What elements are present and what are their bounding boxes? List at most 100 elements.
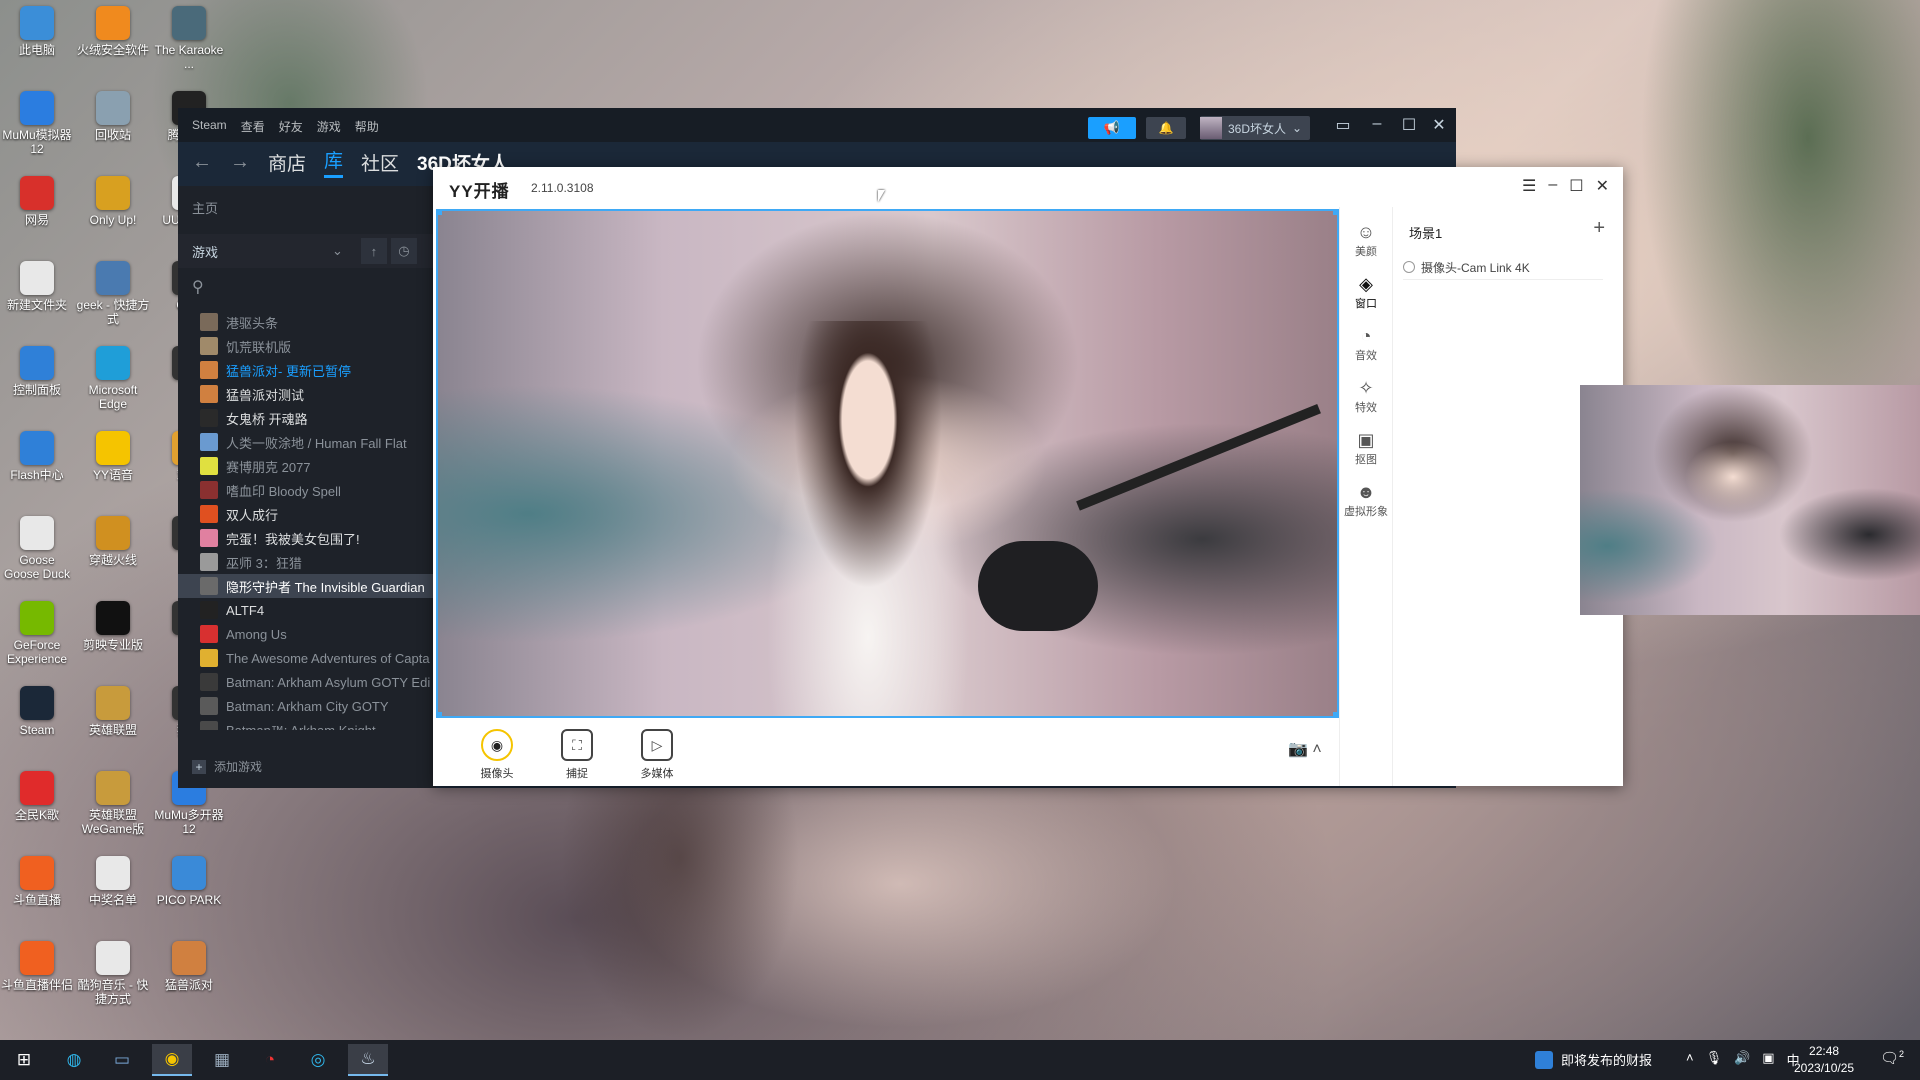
clock[interactable]: 22:48 2023/10/25 [1794, 1043, 1854, 1077]
desktop-icon[interactable]: 斗鱼直播伴侣 [0, 941, 74, 992]
microphone-icon[interactable]: 🎙 [1706, 1050, 1723, 1069]
add-scene-icon[interactable]: + [1593, 217, 1605, 240]
sound-effect-tool[interactable]: ◔ 音效 [1340, 325, 1392, 363]
snapshot-camera-icon[interactable]: 📷 ˄ [1288, 739, 1322, 759]
steam-menu-view[interactable]: 查看 [241, 118, 265, 135]
desktop-icon[interactable]: Steam [0, 686, 74, 737]
big-picture-icon[interactable]: ▭ [1332, 115, 1354, 135]
windows-start-icon[interactable]: ⊞ [4, 1044, 44, 1076]
news-widget[interactable]: 即将发布的财报 [1535, 1050, 1652, 1069]
desktop-icon[interactable]: Flash中心 [0, 431, 74, 482]
nav-store[interactable]: 商店 [268, 149, 306, 176]
game-list-item[interactable]: 人类一败涂地 / Human Fall Flat [178, 430, 436, 454]
chevron-down-icon[interactable]: ⌄ [332, 243, 343, 259]
window-tool[interactable]: ◈ 窗口 [1340, 273, 1392, 311]
game-list-item[interactable]: Batman: Arkham City GOTY [178, 694, 436, 718]
scene-source-item[interactable]: 摄像头-Cam Link 4K [1403, 255, 1603, 280]
game-list-item[interactable]: 隐形守护者 The Invisible Guardian [178, 574, 436, 598]
game-list-item[interactable]: Batman: Arkham Asylum GOTY Edi [178, 670, 436, 694]
filter-dropdown[interactable]: 游戏 [192, 242, 332, 261]
desktop-icon[interactable]: 斗鱼直播 [0, 856, 74, 907]
desktop-icon[interactable]: 剪映专业版 [76, 601, 150, 652]
game-list-item[interactable]: 嗜血印 Bloody Spell [178, 478, 436, 502]
avatar-tool[interactable]: ☻ 虚拟形象 [1340, 481, 1392, 519]
cutout-tool[interactable]: ▣ 抠图 [1340, 429, 1392, 467]
game-list-item[interactable]: 猛兽派对测试 [178, 382, 436, 406]
game-list-item[interactable]: 双人成行 [178, 502, 436, 526]
library-home[interactable]: 主页 [192, 198, 218, 217]
nav-library[interactable]: 库 [324, 146, 344, 178]
explorer-icon[interactable]: ▦ [202, 1044, 242, 1076]
game-list-item[interactable]: 饥荒联机版 [178, 334, 436, 358]
desktop-icon[interactable]: 酷狗音乐 - 快捷方式 [76, 941, 150, 1006]
add-game-button[interactable]: + 添加游戏 [192, 758, 262, 775]
notification-center-icon[interactable]: 🗨2 [1880, 1049, 1904, 1067]
special-effect-tool[interactable]: ✧ 特效 [1340, 377, 1392, 415]
game-list-item[interactable]: 巫师 3：狂猎 [178, 550, 436, 574]
desktop-icon[interactable]: PICO PARK [152, 856, 226, 907]
floating-camera-preview[interactable] [1580, 385, 1920, 615]
visibility-icon[interactable] [1403, 261, 1415, 273]
maximize-icon[interactable]: ☐ [1569, 176, 1583, 196]
media-source-button[interactable]: ▷ 多媒体 [627, 729, 687, 781]
game-list-item[interactable]: 女鬼桥 开魂路 [178, 406, 436, 430]
streaming-app-icon[interactable]: ◎ [298, 1044, 338, 1076]
desktop-icon[interactable]: 网易 [0, 176, 74, 227]
clock-icon[interactable]: ◷ [390, 238, 417, 264]
desktop-icon[interactable]: 此电脑 [0, 6, 74, 57]
back-arrow-icon[interactable]: ← [192, 151, 212, 174]
forward-arrow-icon[interactable]: → [230, 151, 250, 174]
desktop-icon[interactable]: 猛兽派对 [152, 941, 226, 992]
broadcast-megaphone-icon[interactable]: 📢 [1088, 117, 1136, 139]
desktop-icon[interactable]: 全民K歌 [0, 771, 74, 822]
edge-browser-icon[interactable]: ◍ [54, 1044, 94, 1076]
game-list-item[interactable]: ALTF4 [178, 598, 436, 622]
desktop-icon[interactable]: 穿越火线 [76, 516, 150, 567]
maximize-icon[interactable]: ☐ [1398, 115, 1420, 135]
menu-icon[interactable]: ☰ [1522, 176, 1536, 196]
desktop-icon[interactable]: 回收站 [76, 91, 150, 142]
desktop-icon[interactable]: YY语音 [76, 431, 150, 482]
game-list-item[interactable]: 赛博朋克 2077 [178, 454, 436, 478]
beauty-tool[interactable]: ☺ 美颜 [1340, 221, 1392, 259]
record-app-icon[interactable]: ◔ [250, 1044, 290, 1076]
desktop-icon[interactable]: 英雄联盟WeGame版 [76, 771, 150, 836]
game-list-item[interactable]: 完蛋！我被美女包围了! [178, 526, 436, 550]
game-list-item[interactable]: The Awesome Adventures of Capta [178, 646, 436, 670]
sort-arrow-icon[interactable]: ↑ [360, 238, 387, 264]
steam-user-menu[interactable]: 36D坏女人 ⌄ [1200, 116, 1311, 140]
desktop-icon[interactable]: Only Up! [76, 176, 150, 227]
desktop-icon[interactable]: 控制面板 [0, 346, 74, 397]
notification-bell-icon[interactable]: 🔔 [1146, 117, 1186, 139]
network-icon[interactable]: ▣ [1762, 1050, 1774, 1069]
yy-window[interactable]: YY开播 2.11.0.3108 ☰ – ☐ ✕ ◉ 摄像头 ⛶ 捕捉 ▷ 多媒… [433, 167, 1623, 786]
desktop-icon[interactable]: 火绒安全软件 [76, 6, 150, 57]
minimize-icon[interactable]: – [1548, 176, 1557, 196]
game-list-item[interactable]: 猛兽派对 - 更新已暂停 [178, 358, 436, 382]
minimize-icon[interactable]: – [1366, 115, 1388, 133]
desktop-icon[interactable]: 英雄联盟 [76, 686, 150, 737]
nav-community[interactable]: 社区 [361, 149, 399, 176]
desktop-icon[interactable]: 中奖名单 [76, 856, 150, 907]
chevron-up-icon[interactable]: ˄ [1686, 1050, 1694, 1069]
desktop-icon[interactable]: 新建文件夹 [0, 261, 74, 312]
capture-source-button[interactable]: ⛶ 捕捉 [547, 729, 607, 781]
game-list-item[interactable]: 港驱头条 [178, 310, 436, 334]
library-search[interactable]: ⚲ [178, 272, 436, 302]
close-icon[interactable]: ✕ [1596, 176, 1609, 196]
game-list-item[interactable]: Among Us [178, 622, 436, 646]
desktop-icon[interactable]: Microsoft Edge [76, 346, 150, 411]
close-icon[interactable]: ✕ [1428, 115, 1450, 135]
game-list-item[interactable]: Batman™: Arkham Knight [178, 718, 436, 730]
scene-title[interactable]: 场景1 [1409, 223, 1442, 242]
desktop-icon[interactable]: MuMu模拟器12 [0, 91, 74, 156]
desktop-icon[interactable]: Goose Goose Duck [0, 516, 74, 581]
resize-handle[interactable] [438, 211, 442, 215]
steam-menu-games[interactable]: 游戏 [317, 118, 341, 135]
stream-preview[interactable] [436, 209, 1339, 718]
steam-menu-steam[interactable]: Steam [192, 118, 227, 135]
volume-icon[interactable]: 🔊 [1734, 1050, 1750, 1069]
steam-menu-help[interactable]: 帮助 [355, 118, 379, 135]
task-view-icon[interactable]: ▭ [102, 1044, 142, 1076]
desktop-icon[interactable]: GeForce Experience [0, 601, 74, 666]
